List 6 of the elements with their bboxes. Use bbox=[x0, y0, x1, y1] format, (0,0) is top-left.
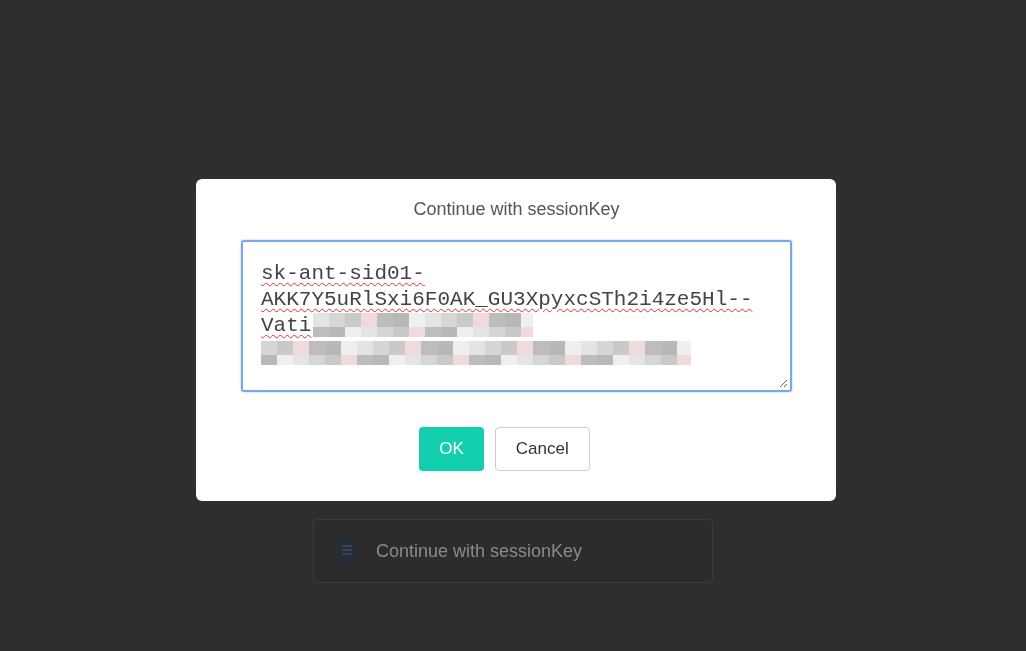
session-key-field[interactable]: sk-ant-sid01-AKK7Y5uRlSxi6F0AK_GU3XpyxcSTh2i4ze5Hl--Vati bbox=[241, 240, 792, 392]
resize-grip-icon[interactable] bbox=[779, 379, 788, 388]
dialog-title: Continue with sessionKey bbox=[412, 199, 621, 220]
cancel-button[interactable]: Cancel bbox=[494, 427, 590, 471]
continue-button[interactable]: Continue with sessionKey bbox=[313, 519, 713, 583]
document-icon bbox=[338, 538, 356, 564]
